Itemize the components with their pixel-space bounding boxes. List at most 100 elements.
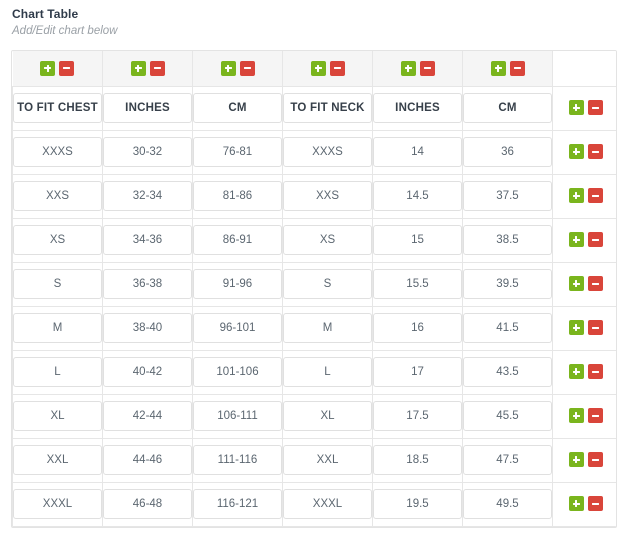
cell-input[interactable]: 49.5 bbox=[463, 489, 552, 519]
column-header-input[interactable]: INCHES bbox=[103, 93, 192, 123]
cell-input[interactable]: 91-96 bbox=[193, 269, 282, 299]
column-remove-button[interactable] bbox=[419, 60, 435, 76]
column-header-cell: CM bbox=[192, 85, 283, 131]
table-cell: 116-121 bbox=[192, 481, 283, 527]
column-header-input[interactable]: INCHES bbox=[373, 93, 462, 123]
row-remove-button[interactable] bbox=[587, 408, 603, 424]
cell-input[interactable]: L bbox=[283, 357, 372, 387]
row-add-button[interactable] bbox=[568, 144, 584, 160]
cell-input[interactable]: XXXS bbox=[283, 137, 372, 167]
cell-input[interactable]: 40-42 bbox=[103, 357, 192, 387]
column-add-button[interactable] bbox=[40, 60, 56, 76]
column-headers-row: TO FIT CHEST INCHES CM TO FIT NECK INCHES CM bbox=[12, 85, 616, 131]
cell-input[interactable]: 81-86 bbox=[193, 181, 282, 211]
cell-input[interactable]: S bbox=[13, 269, 102, 299]
column-remove-button[interactable] bbox=[149, 60, 165, 76]
plus-icon bbox=[575, 500, 577, 508]
cell-input[interactable]: 116-121 bbox=[193, 489, 282, 519]
row-add-button[interactable] bbox=[568, 320, 584, 336]
row-remove-button[interactable] bbox=[587, 496, 603, 512]
cell-input[interactable]: 96-101 bbox=[193, 313, 282, 343]
cell-input[interactable]: 106-111 bbox=[193, 401, 282, 431]
cell-input[interactable]: 19.5 bbox=[373, 489, 462, 519]
cell-input[interactable]: 37.5 bbox=[463, 181, 552, 211]
cell-input[interactable]: 46-48 bbox=[103, 489, 192, 519]
row-add-button[interactable] bbox=[568, 496, 584, 512]
column-add-button[interactable] bbox=[130, 60, 146, 76]
column-header-input[interactable]: TO FIT CHEST bbox=[13, 93, 102, 123]
cell-input[interactable]: M bbox=[13, 313, 102, 343]
cell-input[interactable]: XXL bbox=[283, 445, 372, 475]
cell-input[interactable]: 44-46 bbox=[103, 445, 192, 475]
cell-input[interactable]: XXXS bbox=[13, 137, 102, 167]
cell-input[interactable]: 32-34 bbox=[103, 181, 192, 211]
minus-icon bbox=[591, 370, 599, 373]
row-remove-button[interactable] bbox=[587, 364, 603, 380]
row-add-button[interactable] bbox=[568, 452, 584, 468]
row-remove-button[interactable] bbox=[587, 188, 603, 204]
row-remove-button[interactable] bbox=[587, 276, 603, 292]
cell-input[interactable]: 43.5 bbox=[463, 357, 552, 387]
cell-input[interactable]: XXS bbox=[283, 181, 372, 211]
row-remove-button[interactable] bbox=[587, 452, 603, 468]
cell-input[interactable]: 42-44 bbox=[103, 401, 192, 431]
cell-input[interactable]: L bbox=[13, 357, 102, 387]
column-header-input[interactable]: TO FIT NECK bbox=[283, 93, 372, 123]
cell-input[interactable]: 34-36 bbox=[103, 225, 192, 255]
header-row-add-button[interactable] bbox=[568, 100, 584, 116]
cell-input[interactable]: 76-81 bbox=[193, 137, 282, 167]
cell-input[interactable]: XXL bbox=[13, 445, 102, 475]
column-header-input[interactable]: CM bbox=[193, 93, 282, 123]
cell-input[interactable]: 18.5 bbox=[373, 445, 462, 475]
row-add-button[interactable] bbox=[568, 276, 584, 292]
cell-input[interactable]: XS bbox=[283, 225, 372, 255]
column-remove-button[interactable] bbox=[329, 60, 345, 76]
cell-input[interactable]: XL bbox=[13, 401, 102, 431]
cell-input[interactable]: 45.5 bbox=[463, 401, 552, 431]
column-remove-button[interactable] bbox=[509, 60, 525, 76]
column-header-input[interactable]: CM bbox=[463, 93, 552, 123]
table-cell: 15.5 bbox=[372, 261, 463, 307]
cell-input[interactable]: 15.5 bbox=[373, 269, 462, 299]
column-remove-button[interactable] bbox=[59, 60, 75, 76]
cell-input[interactable]: XS bbox=[13, 225, 102, 255]
header-row-remove-button[interactable] bbox=[587, 100, 603, 116]
column-add-button[interactable] bbox=[400, 60, 416, 76]
cell-input[interactable]: 36 bbox=[463, 137, 552, 167]
row-add-button[interactable] bbox=[568, 408, 584, 424]
row-add-button[interactable] bbox=[568, 188, 584, 204]
column-add-button[interactable] bbox=[490, 60, 506, 76]
column-add-button[interactable] bbox=[220, 60, 236, 76]
cell-input[interactable]: 111-116 bbox=[193, 445, 282, 475]
cell-input[interactable]: S bbox=[283, 269, 372, 299]
cell-input[interactable]: 101-106 bbox=[193, 357, 282, 387]
cell-input[interactable]: 38.5 bbox=[463, 225, 552, 255]
cell-input[interactable]: 39.5 bbox=[463, 269, 552, 299]
cell-input[interactable]: 86-91 bbox=[193, 225, 282, 255]
table-cell: 47.5 bbox=[462, 437, 553, 483]
cell-input[interactable]: XL bbox=[283, 401, 372, 431]
cell-input[interactable]: XXXL bbox=[13, 489, 102, 519]
cell-input[interactable]: 17 bbox=[373, 357, 462, 387]
cell-input[interactable]: 15 bbox=[373, 225, 462, 255]
cell-input[interactable]: 38-40 bbox=[103, 313, 192, 343]
cell-input[interactable]: 14.5 bbox=[373, 181, 462, 211]
row-remove-button[interactable] bbox=[587, 232, 603, 248]
cell-input[interactable]: 16 bbox=[373, 313, 462, 343]
cell-input[interactable]: 14 bbox=[373, 137, 462, 167]
cell-input[interactable]: XXXL bbox=[283, 489, 372, 519]
cell-input[interactable]: 41.5 bbox=[463, 313, 552, 343]
row-remove-button[interactable] bbox=[587, 320, 603, 336]
row-button-group bbox=[568, 320, 603, 336]
row-remove-button[interactable] bbox=[587, 144, 603, 160]
cell-input[interactable]: M bbox=[283, 313, 372, 343]
cell-input[interactable]: 30-32 bbox=[103, 137, 192, 167]
row-add-button[interactable] bbox=[568, 232, 584, 248]
column-remove-button[interactable] bbox=[239, 60, 255, 76]
cell-input[interactable]: 36-38 bbox=[103, 269, 192, 299]
cell-input[interactable]: 17.5 bbox=[373, 401, 462, 431]
column-add-button[interactable] bbox=[310, 60, 326, 76]
row-add-button[interactable] bbox=[568, 364, 584, 380]
cell-input[interactable]: XXS bbox=[13, 181, 102, 211]
cell-input[interactable]: 47.5 bbox=[463, 445, 552, 475]
